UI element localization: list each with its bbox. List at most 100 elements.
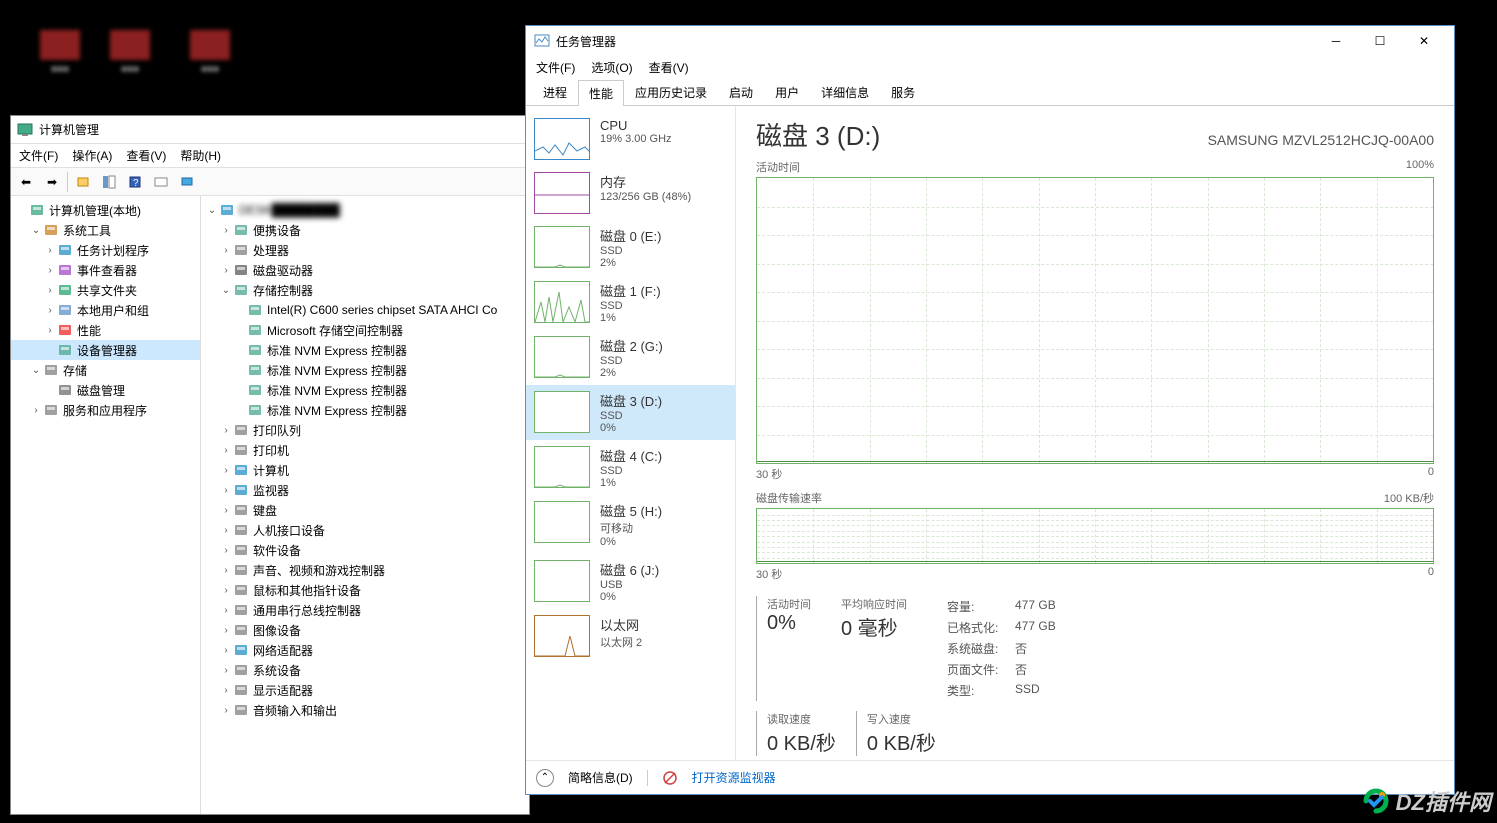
expand-icon[interactable]: › — [219, 465, 233, 476]
expand-icon[interactable]: › — [219, 625, 233, 636]
expand-icon[interactable]: › — [43, 325, 57, 336]
tree-item[interactable]: ›音频输入和输出 — [201, 700, 529, 720]
tree-item[interactable]: ⌄DESK████████ — [201, 200, 529, 220]
close-button[interactable]: ✕ — [1402, 27, 1446, 55]
expand-icon[interactable]: › — [219, 565, 233, 576]
tree-item[interactable]: ›服务和应用程序 — [11, 400, 200, 420]
cm-right-tree[interactable]: ⌄DESK████████›便携设备›处理器›磁盘驱动器⌄存储控制器Intel(… — [201, 196, 529, 814]
expand-icon[interactable]: ⌄ — [219, 285, 233, 296]
tab-6[interactable]: 服务 — [880, 79, 926, 105]
tm-menu-view[interactable]: 查看(V) — [649, 59, 689, 76]
tree-item[interactable]: ›网络适配器 — [201, 640, 529, 660]
tree-item[interactable]: ›人机接口设备 — [201, 520, 529, 540]
expand-icon[interactable]: › — [219, 545, 233, 556]
cm-menu-view[interactable]: 查看(V) — [126, 147, 166, 164]
expand-icon[interactable]: › — [43, 305, 57, 316]
desktop-shortcut[interactable]: ■■■ — [100, 30, 160, 75]
brief-info-link[interactable]: 简略信息(D) — [568, 769, 633, 786]
perf-item[interactable]: 磁盘 0 (E:)SSD2% — [526, 220, 735, 275]
tree-item[interactable]: ›处理器 — [201, 240, 529, 260]
tab-5[interactable]: 详细信息 — [810, 79, 880, 105]
expand-icon[interactable]: › — [43, 245, 57, 256]
toolbar-btn-5[interactable] — [176, 171, 198, 193]
expand-icon[interactable]: › — [219, 505, 233, 516]
tree-item[interactable]: ›打印机 — [201, 440, 529, 460]
tree-item[interactable]: Intel(R) C600 series chipset SATA AHCI C… — [201, 300, 529, 320]
tree-item[interactable]: ›磁盘驱动器 — [201, 260, 529, 280]
tree-item[interactable]: ›任务计划程序 — [11, 240, 200, 260]
tree-item[interactable]: 标准 NVM Express 控制器 — [201, 400, 529, 420]
expand-icon[interactable]: › — [219, 705, 233, 716]
perf-item[interactable]: 内存123/256 GB (48%) — [526, 166, 735, 220]
tab-0[interactable]: 进程 — [532, 79, 578, 105]
cm-menu-file[interactable]: 文件(F) — [19, 147, 58, 164]
perf-item[interactable]: 磁盘 1 (F:)SSD1% — [526, 275, 735, 330]
perf-item[interactable]: 磁盘 2 (G:)SSD2% — [526, 330, 735, 385]
collapse-icon[interactable]: ⌃ — [536, 769, 554, 787]
tree-item[interactable]: ›鼠标和其他指针设备 — [201, 580, 529, 600]
minimize-button[interactable]: ─ — [1314, 27, 1358, 55]
perf-item[interactable]: 磁盘 4 (C:)SSD1% — [526, 440, 735, 495]
expand-icon[interactable]: › — [219, 645, 233, 656]
expand-icon[interactable]: ⌄ — [205, 205, 219, 216]
tree-item[interactable]: ›性能 — [11, 320, 200, 340]
tm-titlebar[interactable]: 任务管理器 ─ ☐ ✕ — [526, 26, 1454, 56]
tab-4[interactable]: 用户 — [764, 79, 810, 105]
perf-item[interactable]: CPU19% 3.00 GHz — [526, 112, 735, 166]
cm-menu-action[interactable]: 操作(A) — [72, 147, 112, 164]
perf-item[interactable]: 磁盘 3 (D:)SSD0% — [526, 385, 735, 440]
tree-item[interactable]: ›声音、视频和游戏控制器 — [201, 560, 529, 580]
expand-icon[interactable]: › — [219, 265, 233, 276]
expand-icon[interactable]: › — [29, 405, 43, 416]
expand-icon[interactable]: ⌄ — [29, 225, 43, 236]
tree-item[interactable]: 磁盘管理 — [11, 380, 200, 400]
perf-item[interactable]: 磁盘 5 (H:)可移动0% — [526, 495, 735, 554]
tree-item[interactable]: ⌄系统工具 — [11, 220, 200, 240]
toolbar-btn-1[interactable] — [72, 171, 94, 193]
tree-item[interactable]: ›软件设备 — [201, 540, 529, 560]
tree-item[interactable]: 标准 NVM Express 控制器 — [201, 360, 529, 380]
cm-titlebar[interactable]: 计算机管理 — [11, 116, 529, 144]
tree-item[interactable]: ›图像设备 — [201, 620, 529, 640]
expand-icon[interactable]: ⌄ — [29, 365, 43, 376]
tree-item[interactable]: 标准 NVM Express 控制器 — [201, 340, 529, 360]
tab-1[interactable]: 性能 — [578, 80, 624, 106]
tree-item[interactable]: Microsoft 存储空间控制器 — [201, 320, 529, 340]
tab-2[interactable]: 应用历史记录 — [624, 79, 718, 105]
tree-item[interactable]: 标准 NVM Express 控制器 — [201, 380, 529, 400]
tree-item[interactable]: ›事件查看器 — [11, 260, 200, 280]
desktop-shortcut[interactable]: ■■■ — [180, 30, 240, 75]
toolbar-btn-3[interactable]: ? — [124, 171, 146, 193]
desktop-shortcut[interactable]: ■■■ — [30, 30, 90, 75]
perf-item[interactable]: 磁盘 6 (J:)USB0% — [526, 554, 735, 609]
cm-menu-help[interactable]: 帮助(H) — [180, 147, 221, 164]
tm-menu-file[interactable]: 文件(F) — [536, 59, 575, 76]
tm-menu-options[interactable]: 选项(O) — [591, 59, 632, 76]
tree-item[interactable]: ⌄存储控制器 — [201, 280, 529, 300]
tree-item[interactable]: 设备管理器 — [11, 340, 200, 360]
tree-item[interactable]: ›计算机 — [201, 460, 529, 480]
perf-item[interactable]: 以太网以太网 2 — [526, 609, 735, 663]
expand-icon[interactable]: › — [219, 225, 233, 236]
expand-icon[interactable]: › — [219, 665, 233, 676]
expand-icon[interactable]: › — [219, 605, 233, 616]
maximize-button[interactable]: ☐ — [1358, 27, 1402, 55]
nav-fwd-button[interactable]: ➡ — [41, 171, 63, 193]
tree-item[interactable]: ⌄存储 — [11, 360, 200, 380]
tree-item[interactable]: 计算机管理(本地) — [11, 200, 200, 220]
expand-icon[interactable]: › — [219, 425, 233, 436]
expand-icon[interactable]: › — [219, 585, 233, 596]
expand-icon[interactable]: › — [219, 245, 233, 256]
tree-item[interactable]: ›共享文件夹 — [11, 280, 200, 300]
expand-icon[interactable]: › — [43, 285, 57, 296]
expand-icon[interactable]: › — [43, 265, 57, 276]
toolbar-btn-2[interactable] — [98, 171, 120, 193]
expand-icon[interactable]: › — [219, 685, 233, 696]
tree-item[interactable]: ›打印队列 — [201, 420, 529, 440]
cm-left-tree[interactable]: 计算机管理(本地)⌄系统工具›任务计划程序›事件查看器›共享文件夹›本地用户和组… — [11, 196, 201, 814]
expand-icon[interactable]: › — [219, 525, 233, 536]
tree-item[interactable]: ›显示适配器 — [201, 680, 529, 700]
nav-back-button[interactable]: ⬅ — [15, 171, 37, 193]
tree-item[interactable]: ›本地用户和组 — [11, 300, 200, 320]
tree-item[interactable]: ›通用串行总线控制器 — [201, 600, 529, 620]
